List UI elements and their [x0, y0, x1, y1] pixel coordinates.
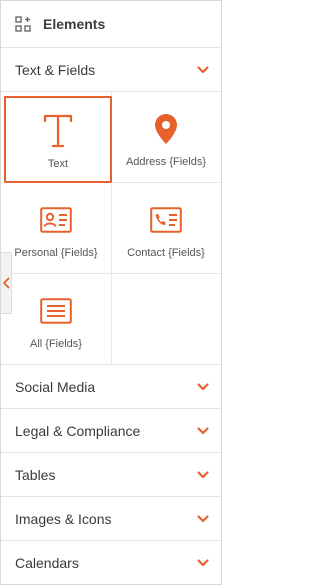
tile-label: Personal {Fields} — [14, 247, 98, 259]
section-label: Tables — [15, 466, 56, 483]
section-label: Legal & Compliance — [15, 422, 141, 439]
section-tables[interactable]: Tables — [1, 453, 221, 497]
tile-label: Address {Fields} — [125, 156, 207, 168]
section-images-icons[interactable]: Images & Icons — [1, 497, 221, 541]
section-text-fields[interactable]: Text & Fields — [1, 48, 221, 92]
chevron-left-icon — [2, 277, 10, 289]
chevron-down-icon — [197, 513, 209, 525]
section-legal-compliance[interactable]: Legal & Compliance — [1, 409, 221, 453]
section-label: Calendars — [15, 555, 79, 571]
section-label: Images & Icons — [15, 510, 112, 527]
tile-all-fields[interactable]: All {Fields} — [1, 274, 111, 364]
collapse-panel-handle[interactable] — [1, 252, 12, 314]
chevron-down-icon — [197, 469, 209, 481]
chevron-down-icon — [197, 425, 209, 437]
id-card-icon — [40, 203, 72, 237]
tile-label: All {Fields} — [30, 338, 82, 350]
panel-title: Elements — [43, 16, 106, 32]
grid-plus-icon — [15, 16, 31, 32]
section-social-media[interactable]: Social Media — [1, 365, 221, 409]
section-label: Text & Fields — [15, 61, 96, 78]
panel-header: Elements — [1, 1, 221, 48]
map-pin-icon — [154, 112, 178, 146]
chevron-down-icon — [197, 557, 209, 569]
chevron-down-icon — [197, 64, 209, 76]
section-label: Social Media — [15, 378, 96, 395]
contact-card-icon — [150, 203, 182, 237]
elements-panel: Elements Text & Fields Text Address {Fie… — [0, 0, 222, 585]
list-box-icon — [40, 294, 72, 328]
tile-label: Text — [47, 158, 69, 170]
tile-label: Contact {Fields} — [127, 247, 205, 259]
tile-text[interactable]: Text — [4, 96, 112, 183]
tile-contact-fields[interactable]: Contact {Fields} — [111, 183, 221, 273]
chevron-down-icon — [197, 381, 209, 393]
element-grid: Text Address {Fields} Personal {Fields} … — [1, 92, 221, 365]
section-calendars[interactable]: Calendars — [1, 541, 221, 585]
tile-address-fields[interactable]: Address {Fields} — [111, 92, 221, 182]
text-t-icon — [43, 114, 73, 148]
tile-personal-fields[interactable]: Personal {Fields} — [1, 183, 111, 273]
